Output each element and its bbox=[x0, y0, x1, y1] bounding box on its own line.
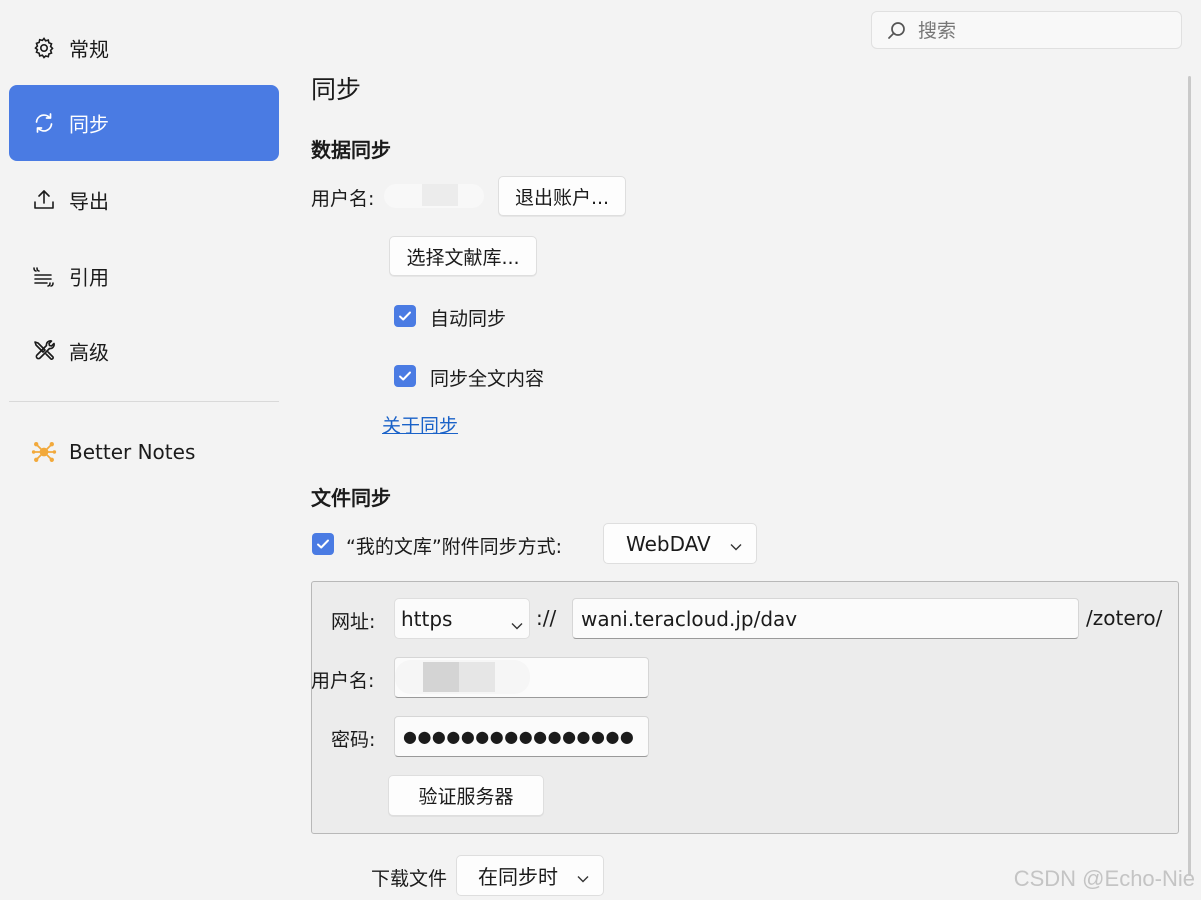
gear-icon bbox=[31, 35, 57, 61]
watermark: CSDN @Echo-Nie bbox=[1013, 866, 1195, 891]
search-box bbox=[871, 11, 1182, 49]
redacted-username bbox=[384, 180, 484, 212]
auto-sync-label: 自动同步 bbox=[430, 308, 507, 330]
checkmark-icon bbox=[317, 539, 329, 549]
sidebar-item-label: 导出 bbox=[69, 189, 109, 214]
choose-library-button[interactable]: 选择文献库... bbox=[389, 236, 537, 276]
upload-icon bbox=[31, 187, 57, 213]
url-input[interactable]: wani.teracloud.jp/dav bbox=[572, 598, 1079, 639]
sidebar-item-label: 引用 bbox=[69, 265, 109, 290]
chevron-down-icon bbox=[511, 611, 523, 635]
scrollbar[interactable] bbox=[1188, 76, 1191, 876]
download-files-select[interactable]: 在同步时 bbox=[456, 855, 604, 896]
redaction-block bbox=[422, 184, 458, 206]
sidebar-item-label: 常规 bbox=[69, 37, 109, 62]
redaction-block bbox=[423, 662, 459, 692]
search-icon bbox=[886, 20, 908, 42]
chevron-down-icon bbox=[577, 864, 589, 888]
checkmark-icon bbox=[399, 371, 411, 381]
section-heading-file-sync: 文件同步 bbox=[311, 486, 391, 510]
password-input[interactable]: ●●●●●●●●●●●●●●●● bbox=[394, 716, 649, 757]
quote-icon bbox=[31, 263, 57, 289]
sidebar-item-advanced[interactable]: 高级 bbox=[9, 313, 279, 389]
sidebar-divider bbox=[9, 401, 279, 402]
chevron-down-icon bbox=[730, 532, 742, 556]
password-label: 密码: bbox=[331, 729, 376, 751]
library-file-sync-checkbox[interactable] bbox=[312, 533, 334, 555]
sidebar-item-export[interactable]: 导出 bbox=[9, 162, 279, 238]
fulltext-sync-label: 同步全文内容 bbox=[430, 368, 545, 390]
protocol-value: https bbox=[401, 606, 453, 631]
page-title: 同步 bbox=[311, 75, 362, 104]
sidebar-item-general[interactable]: 常规 bbox=[9, 10, 279, 86]
verify-server-button[interactable]: 验证服务器 bbox=[388, 775, 544, 816]
sync-icon bbox=[31, 110, 57, 136]
url-suffix: /zotero/ bbox=[1086, 606, 1163, 630]
download-files-value: 在同步时 bbox=[478, 865, 558, 889]
sidebar-item-cite[interactable]: 引用 bbox=[9, 238, 279, 314]
tools-icon bbox=[31, 338, 57, 364]
logout-button[interactable]: 退出账户... bbox=[498, 176, 626, 216]
sync-method-select[interactable]: WebDAV bbox=[603, 523, 757, 564]
protocol-select[interactable]: https bbox=[394, 598, 530, 639]
protocol-separator: :// bbox=[536, 606, 557, 630]
download-files-label: 下载文件 bbox=[371, 868, 448, 890]
library-sync-method-label: “我的文库”附件同步方式: bbox=[346, 536, 563, 558]
section-heading-data-sync: 数据同步 bbox=[311, 138, 391, 162]
webdav-username-input[interactable] bbox=[394, 657, 649, 698]
search-input[interactable] bbox=[916, 17, 1170, 45]
fulltext-sync-checkbox[interactable] bbox=[394, 365, 416, 387]
sidebar-item-better-notes[interactable]: Better Notes bbox=[9, 414, 279, 490]
sidebar-item-label: Better Notes bbox=[69, 440, 196, 464]
username-label: 用户名: bbox=[311, 188, 375, 210]
about-sync-link[interactable]: 关于同步 bbox=[382, 411, 458, 438]
checkmark-icon bbox=[399, 311, 411, 321]
better-notes-logo-icon bbox=[31, 439, 57, 465]
webdav-username-label: 用户名: bbox=[311, 670, 375, 692]
sidebar-item-sync[interactable]: 同步 bbox=[9, 85, 279, 161]
url-label: 网址: bbox=[331, 611, 376, 633]
sidebar-item-label: 同步 bbox=[69, 112, 109, 137]
sync-method-value: WebDAV bbox=[626, 531, 711, 556]
sidebar-item-label: 高级 bbox=[69, 340, 109, 365]
auto-sync-checkbox[interactable] bbox=[394, 305, 416, 327]
